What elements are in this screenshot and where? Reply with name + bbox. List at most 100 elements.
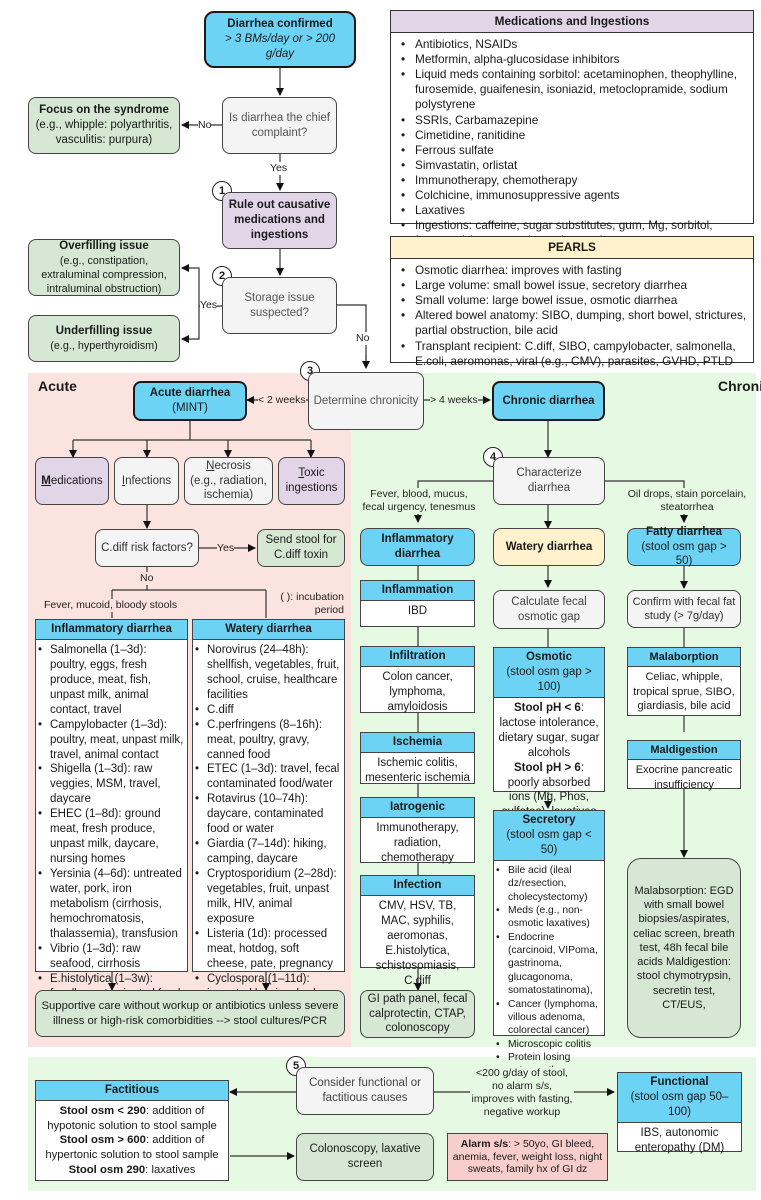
characterize-diarrhea-node: Characterize diarrhea: [493, 457, 605, 505]
secretory-cause: Bile acid (ileal dz/resection, cholecyst…: [494, 864, 602, 904]
medication-item: Colchicine, immunosuppressive agents: [399, 188, 747, 203]
chronic-inflammatory-node: Inflammatory diarrhea: [360, 528, 475, 566]
storage-no-label: No: [356, 332, 370, 346]
acute-region-title: Acute: [38, 378, 77, 394]
factitious-high-label: Stool osm > 600: [59, 1134, 146, 1147]
mint-necrosis-rest: ecrosis: [214, 459, 251, 472]
acute-threshold-label: < 2 weeks: [258, 394, 306, 408]
acute-inflammatory-pathogen: Shigella (1–3d): raw veggies, MSM, trave…: [36, 762, 185, 807]
malabsorption-section: Malaborption Celiac, whipple, tropical s…: [627, 647, 741, 716]
cdiff-risk-text: C.diff risk factors?: [101, 541, 193, 554]
storage-issue-question: Storage issue suspected?: [222, 277, 337, 334]
mint-toxic-node: Toxic ingestions: [278, 457, 345, 505]
inflammatory-criteria-label: Fever, blood, mucus, fecal urgency, tene…: [358, 488, 480, 515]
inflammatory-workup-text: GI path panel, fecal calprotectin, CTAP,…: [367, 992, 468, 1035]
calculate-osmotic-gap-node: Calculate fecal osmotic gap: [493, 590, 605, 629]
factitious-body: Stool osm < 290: addition of hypotonic s…: [36, 1101, 228, 1180]
fatty-diarrhea-title: Fatty diarrhea: [645, 525, 723, 538]
supportive-care-text: Supportive care without workup or antibi…: [41, 999, 339, 1027]
mint-necrosis-title: Necrosis: [206, 459, 251, 474]
mint-necrosis-node: Necrosis (e.g., radiation, ischemia): [184, 457, 273, 505]
osmotic-title: Osmotic: [525, 651, 572, 663]
pearls-panel: PEARLS Osmotic diarrhea: improves with f…: [390, 236, 754, 368]
secretory-cause: Endocrine (carcinoid, VIPoma, gastrinoma…: [494, 931, 602, 998]
fatty-criteria-label: Oil drops, stain porcelain, steatorrhea: [622, 488, 752, 515]
cdiff-yes-label: Yes: [217, 542, 235, 556]
iatrogenic-section: Iatrogenic Immunotherapy, radiation, che…: [360, 797, 475, 864]
fever-mucoid-label: Fever, mucoid, bloody stools: [44, 599, 178, 613]
chief-complaint-no-label: No: [198, 119, 212, 133]
functional-subtitle: (stool osm gap 50–100): [630, 1090, 729, 1118]
acute-watery-list: Norovirus (24–48h): shellfish, vegetable…: [193, 643, 342, 1016]
chief-complaint-text: Is diarrhea the chief complaint?: [228, 111, 330, 139]
functional-header: Functional (stool osm gap 50–100): [618, 1073, 741, 1123]
maldigestion-section: Maldigestion Exocrine pancreatic insuffi…: [627, 740, 741, 791]
diarrhea-confirmed-title: Diarrhea confirmed: [227, 18, 333, 31]
acute-inflammatory-pathogen: Campylobacter (1–3d): poultry, meat, unp…: [36, 718, 185, 763]
rule-out-medications-node: Rule out causative medications and inges…: [222, 192, 337, 249]
focus-syndrome-node: Focus on the syndrome (e.g., whipple: po…: [28, 97, 180, 154]
underfilling-node: Underfilling issue (e.g., hyperthyroidis…: [28, 315, 180, 362]
medications-list: Antibiotics, NSAIDsMetformin, alpha-gluc…: [391, 33, 753, 252]
incubation-period-label: ( ): incubation period: [280, 591, 344, 617]
fatty-workup-text: Malabsorption: EGD with small bowel biop…: [633, 884, 735, 1012]
malabsorption-body: Celiac, whipple, tropical sprue, SIBO, g…: [633, 671, 735, 712]
cdiff-no-label: No: [140, 572, 154, 586]
mint-infections-rest: nfections: [125, 474, 172, 487]
infection-body: CMV, HSV, TB, MAC, syphilis, aeromonas, …: [375, 899, 460, 987]
alarm-signs-text: Alarm s/s: > 50yo, GI bleed, anemia, fev…: [452, 1138, 603, 1176]
pearls-panel-header: PEARLS: [391, 237, 753, 260]
calculate-osmotic-gap-text: Calculate fecal osmotic gap: [511, 595, 587, 623]
medication-item: Metformin, alpha-glucosidase inhibitors: [399, 52, 747, 67]
infection-section: Infection CMV, HSV, TB, MAC, syphilis, a…: [360, 875, 475, 987]
overfilling-title: Overfilling issue: [59, 239, 149, 252]
secretory-cause: Microscopic colitis: [494, 1038, 602, 1052]
factitious-header: Factitious: [36, 1081, 228, 1101]
medication-item: Laxatives: [399, 203, 747, 218]
inflammation-body: IBD: [407, 604, 428, 617]
pearls-list: Osmotic diarrhea: improves with fastingL…: [391, 259, 753, 373]
acute-inflammatory-pathogen: Vibrio (1–3d): raw seafood, cirrhosis: [36, 942, 185, 972]
acute-watery-pathogen: Rotavirus (10–74h): daycare, contaminate…: [193, 792, 342, 837]
acute-inflammatory-list: Salmonella (1–3d): poultry, eggs, fresh …: [36, 643, 185, 1016]
chief-complaint-question: Is diarrhea the chief complaint?: [222, 97, 337, 154]
mint-infections-text: Infections: [122, 474, 171, 489]
acute-watery-header: Watery diarrhea: [193, 620, 344, 640]
medications-panel-header: Medications and Ingestions: [391, 11, 753, 34]
mint-medications-node: Medications: [35, 457, 109, 505]
functional-factitious-text: Consider functional or factitious causes: [309, 1077, 421, 1104]
fatty-workup-node: Malabsorption: EGD with small bowel biop…: [627, 858, 741, 1038]
pearl-item: Transplant recipient: C.diff, SIBO, camp…: [399, 339, 747, 369]
pearl-item: Large volume: small bowel issue, secreto…: [399, 278, 747, 293]
medication-item: Liquid meds containing sorbitol: acetami…: [399, 67, 747, 112]
iatrogenic-header: Iatrogenic: [361, 798, 474, 818]
osmotic-body: Stool pH < 6: lactose intolerance, dieta…: [494, 698, 604, 824]
medication-item: Cimetidine, ranitidine: [399, 128, 747, 143]
osmotic-header: Osmotic (stool osm gap > 100): [494, 648, 604, 698]
cdiff-toxin-node: Send stool for C.diff toxin: [257, 529, 345, 567]
secretory-cause: Cancer (lymphoma, villous adenoma, color…: [494, 998, 602, 1038]
focus-syndrome-title: Focus on the syndrome: [39, 104, 169, 117]
acute-inflammatory-pathogen: EHEC (1–8d): ground meat, fresh produce,…: [36, 807, 185, 867]
mint-letter-m: M: [41, 474, 51, 487]
infiltration-body: Colon cancer, lymphoma, amyloidosis: [382, 670, 453, 713]
mint-medications-rest: edications: [50, 474, 103, 487]
medication-item: Antibiotics, NSAIDs: [399, 37, 747, 52]
osmotic-section: Osmotic (stool osm gap > 100) Stool pH <…: [493, 647, 605, 818]
acute-inflammatory-table: Inflammatory diarrhea Salmonella (1–3d):…: [35, 619, 188, 1014]
chronic-diarrhea-title: Chronic diarrhea: [502, 394, 595, 407]
storage-yes-label: Yes: [200, 299, 218, 313]
acute-watery-pathogen: C.perfringens (8–16h): meat, poultry, gr…: [193, 718, 342, 763]
functional-title: Functional: [650, 1076, 709, 1088]
pearl-item: Altered bowel anatomy: SIBO, dumping, sh…: [399, 308, 747, 338]
infiltration-header: Infiltration: [361, 647, 474, 667]
chronic-watery-title: Watery diarrhea: [505, 540, 593, 553]
secretory-section: Secretory (stool osm gap < 50) Bile acid…: [493, 810, 605, 1076]
maldigestion-body: Exocrine pancreatic insufficiency: [635, 764, 733, 791]
functional-criteria-label: <200 g/day of stool, no alarm s/s, impro…: [470, 1067, 574, 1120]
acute-inflammatory-pathogen: Salmonella (1–3d): poultry, eggs, fresh …: [36, 643, 185, 718]
colonoscopy-laxative-node: Colonoscopy, laxative screen: [296, 1133, 434, 1181]
mint-medications-text: Medications: [41, 474, 102, 489]
ischemia-header: Ischemia: [361, 733, 474, 753]
medication-item: Immunotherapy, chemotherapy: [399, 173, 747, 188]
